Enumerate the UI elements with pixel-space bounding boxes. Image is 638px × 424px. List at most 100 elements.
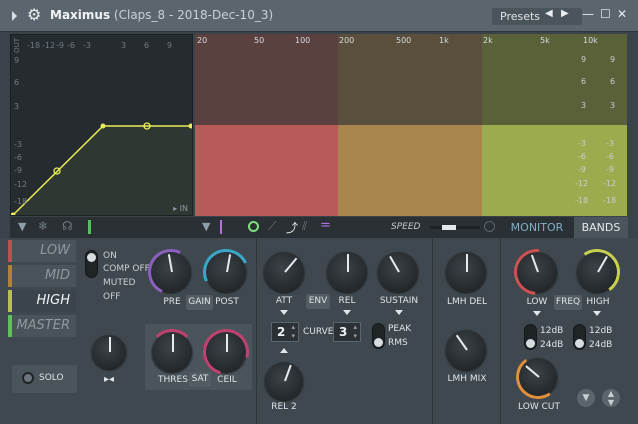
rel2-arrow-icon[interactable] [280, 348, 288, 353]
draw-tool-icon[interactable] [220, 220, 222, 234]
att-curve-arrow-icon[interactable] [280, 310, 288, 315]
env-y-tick: -3 [14, 140, 22, 149]
monitor-button[interactable]: MONITOR [500, 217, 574, 238]
mode-off-label[interactable]: OFF [103, 292, 120, 302]
double-line-icon[interactable]: ⫽ [302, 219, 307, 234]
low-freq-arrow-icon[interactable] [533, 311, 541, 316]
release-2-knob[interactable] [265, 362, 303, 400]
sat-button[interactable]: SAT [189, 372, 211, 387]
gear-icon[interactable]: ⚙ [27, 6, 45, 24]
freq-label: 200 [339, 36, 355, 45]
high-label: HIGH [586, 297, 610, 307]
high-24db-label[interactable]: 24dB [589, 340, 613, 350]
env-button[interactable]: ENV [306, 294, 330, 309]
low-12db-label[interactable]: 12dB [540, 326, 564, 336]
low-cut-label: LOW CUT [518, 402, 560, 412]
lmh-del-label: LMH DEL [446, 297, 488, 307]
freq-button[interactable]: FREQ [554, 295, 582, 310]
db-label-right: -18 [603, 196, 617, 205]
stereo-knob[interactable] [92, 335, 126, 369]
speed-slider-handle[interactable] [442, 225, 456, 230]
scroll-updown-icon[interactable]: ▲ ▼ [602, 389, 620, 407]
window-subtitle: (Claps_8 - 2018-Dec-10_3) [113, 8, 274, 22]
spectrum-display[interactable]: 20 50 100 200 500 1k 2k 5k 10k 9 6 3 -3 … [195, 34, 627, 216]
next-preset-icon[interactable]: ▶ [561, 8, 569, 19]
band-mode-switch[interactable] [85, 250, 98, 278]
release-knob[interactable] [327, 252, 367, 292]
high-slope-switch[interactable] [573, 324, 586, 350]
curve-tool-icon[interactable]: ⤴ [286, 219, 298, 236]
in-label: ▸ IN [173, 204, 188, 213]
band-mid-button[interactable]: MID [8, 265, 76, 287]
sustain-arrow-icon[interactable] [395, 310, 403, 315]
maximize-icon[interactable]: ☐ [600, 7, 611, 21]
peak-label[interactable]: PEAK [388, 324, 412, 334]
envelope-graph[interactable]: OUT -18 -12 -9 -6 -3 3 6 9 9 6 3 -3 -6 -… [10, 34, 193, 216]
speed-slider[interactable] [430, 225, 480, 230]
env-x-tick: -9 [56, 41, 64, 50]
rel-curve-spinbox[interactable]: 3 ▴ ▾ [333, 322, 361, 342]
snowflake-icon[interactable]: ❄ [38, 219, 48, 233]
band-high-button[interactable]: HIGH [8, 290, 76, 312]
low-freq-knob[interactable] [504, 239, 570, 305]
speed-knob-icon[interactable] [484, 221, 495, 232]
lmh-mix-label: LMH MIX [447, 374, 487, 384]
ceil-label: CEIL [217, 375, 237, 385]
low-cut-knob[interactable] [512, 351, 564, 403]
rel-label: REL [338, 296, 356, 306]
gain-button[interactable]: GAIN [186, 295, 213, 310]
point-tool-icon[interactable] [248, 221, 259, 232]
ceil-knob[interactable] [194, 320, 258, 384]
envelope-point[interactable] [100, 123, 106, 129]
attack-knob[interactable] [264, 252, 304, 292]
arrow-down-icon[interactable]: ▼ [18, 220, 26, 233]
close-icon[interactable]: ✕ [617, 7, 627, 21]
att-curve-spinbox[interactable]: 2 ▴ ▾ [271, 322, 299, 342]
rel-curve-arrow-icon[interactable] [343, 310, 351, 315]
band-color-indicator [88, 220, 91, 234]
minimize-icon[interactable]: — [582, 7, 594, 21]
pre-gain-knob[interactable] [141, 242, 201, 302]
env-x-tick: -6 [67, 41, 75, 50]
env-y-tick: 6 [14, 78, 20, 87]
band-master-button[interactable]: MASTER [8, 315, 76, 337]
tool-arrow-icon[interactable]: ▼ [202, 220, 210, 233]
prev-preset-icon[interactable]: ◀ [545, 8, 553, 19]
curve-label: CURVE [303, 327, 334, 337]
high-12db-label[interactable]: 12dB [589, 326, 613, 336]
db-label: -9 [578, 165, 586, 174]
db-label: 6 [581, 77, 587, 86]
mode-muted-label[interactable]: MUTED [103, 278, 135, 288]
sustain-knob[interactable] [378, 252, 418, 292]
solo-button[interactable]: SOLO [12, 365, 77, 393]
env-y-tick: 9 [14, 56, 20, 65]
scroll-down-icon[interactable]: ▼ [577, 389, 595, 407]
divider [500, 238, 501, 424]
envelope-curve[interactable] [11, 35, 193, 216]
window-title: Maximus (Claps_8 - 2018-Dec-10_3) [50, 8, 273, 22]
db-label-right: -6 [606, 152, 614, 161]
peak-rms-switch[interactable] [372, 323, 385, 349]
spinner-icon: ▴ ▾ [291, 323, 295, 340]
post-gain-knob[interactable] [196, 242, 256, 302]
db-label: -6 [578, 152, 586, 161]
db-label: -18 [575, 196, 589, 205]
low-24db-label[interactable]: 24dB [540, 340, 564, 350]
low-slope-switch[interactable] [524, 324, 537, 350]
high-freq-knob[interactable] [570, 245, 624, 299]
lmh-mix-knob[interactable] [446, 330, 486, 370]
headphones-icon[interactable]: ☊ [62, 219, 73, 233]
rms-label[interactable]: RMS [388, 338, 412, 348]
mode-on-label[interactable]: ON [103, 251, 117, 261]
band-low-button[interactable]: LOW [8, 240, 76, 262]
bands-button[interactable]: BANDS [574, 217, 628, 238]
env-x-tick: -18 [27, 41, 41, 50]
equal-icon[interactable]: = [320, 218, 331, 233]
high-freq-arrow-icon[interactable] [593, 311, 601, 316]
collapse-arrow-icon[interactable] [12, 11, 17, 21]
db-label: 9 [581, 55, 587, 64]
thres-knob[interactable] [149, 329, 195, 372]
lmh-delay-knob[interactable] [446, 252, 486, 292]
mode-comp-off-label[interactable]: COMP OFF [103, 264, 150, 274]
line-tool-icon[interactable]: ⟋ [268, 219, 276, 234]
